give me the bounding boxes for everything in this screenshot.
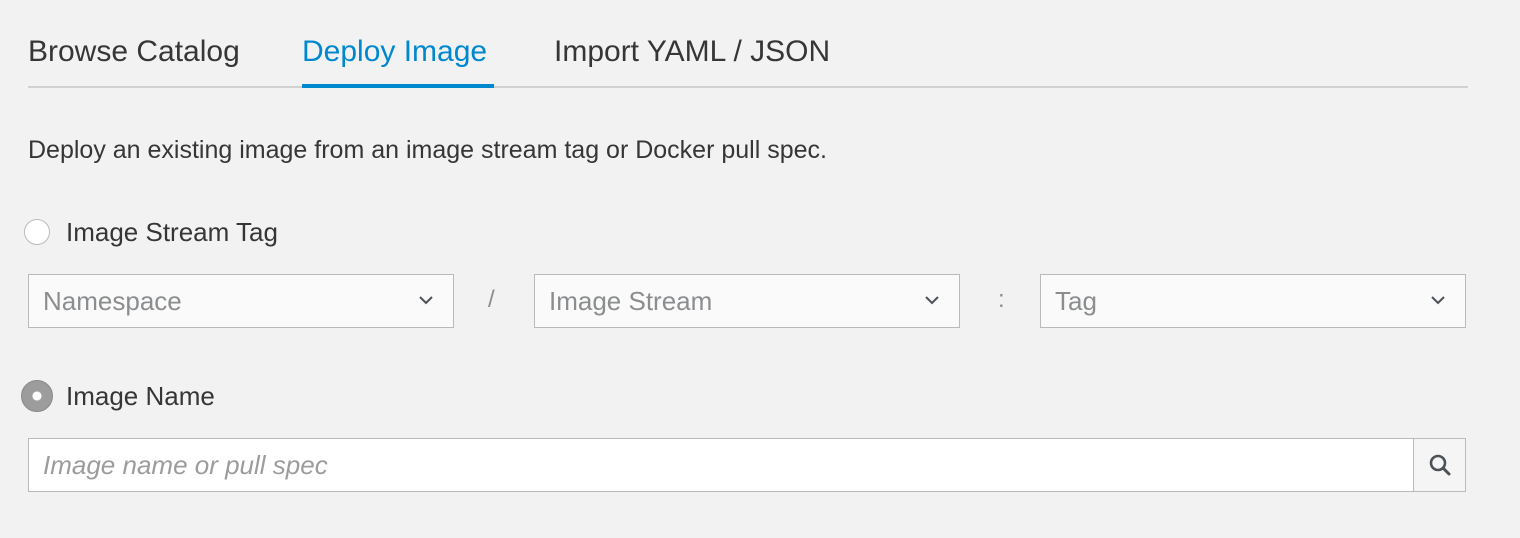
search-icon — [1429, 454, 1450, 476]
tab-deploy-image[interactable]: Deploy Image — [302, 30, 487, 74]
description-text: Deploy an existing image from an image s… — [28, 136, 827, 164]
chevron-down-icon — [1431, 296, 1445, 305]
tab-import-yaml-json[interactable]: Import YAML / JSON — [554, 30, 830, 74]
image-name-radio[interactable] — [21, 380, 53, 412]
image-name-input-group — [28, 438, 1466, 492]
image-name-input[interactable] — [28, 438, 1414, 492]
image-stream-tag-option[interactable]: Image Stream Tag — [24, 214, 278, 250]
chevron-down-icon — [925, 296, 939, 305]
image-name-option[interactable]: Image Name — [21, 378, 215, 414]
chevron-down-icon — [419, 296, 433, 305]
search-button[interactable] — [1414, 438, 1466, 492]
tag-select-text: Tag — [1055, 286, 1097, 316]
namespace-select[interactable]: Namespace — [28, 274, 454, 328]
image-stream-tag-label: Image Stream Tag — [66, 217, 278, 247]
image-stream-tag-radio[interactable] — [24, 219, 50, 245]
catalog-tabs: Browse Catalog Deploy Image Import YAML … — [28, 0, 1468, 88]
namespace-select-text: Namespace — [43, 286, 182, 316]
active-tab-indicator — [302, 84, 494, 88]
tag-separator: : — [998, 286, 1005, 313]
image-stream-select-text: Image Stream — [549, 286, 713, 316]
tag-select[interactable]: Tag — [1040, 274, 1466, 328]
tab-browse-catalog[interactable]: Browse Catalog — [28, 30, 240, 74]
image-stream-select[interactable]: Image Stream — [534, 274, 960, 328]
deploy-image-panel: Browse Catalog Deploy Image Import YAML … — [21, 0, 1468, 492]
image-name-label: Image Name — [66, 381, 215, 411]
namespace-separator: / — [488, 286, 495, 313]
